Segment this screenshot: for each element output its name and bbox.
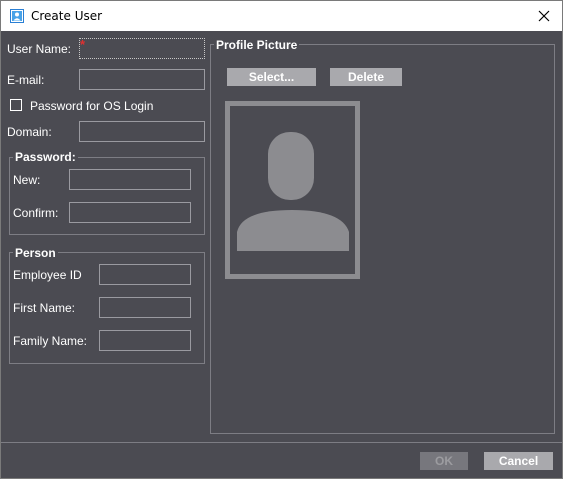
password-group-title: Password: (13, 150, 78, 164)
select-picture-button[interactable]: Select... (227, 68, 316, 86)
user-name-label: User Name: (7, 42, 72, 56)
email-input[interactable] (79, 69, 205, 90)
new-password-input[interactable] (69, 169, 191, 190)
profile-picture-frame (225, 101, 360, 279)
user-name-input[interactable] (79, 38, 205, 59)
user-app-icon (10, 9, 24, 23)
os-login-checkbox[interactable] (10, 99, 22, 111)
title-bar: Create User (1, 1, 562, 31)
window-title: Create User (31, 9, 103, 23)
new-password-label: New: (13, 173, 41, 187)
required-indicator: * (80, 37, 86, 52)
person-group-title: Person (13, 246, 58, 260)
cancel-button[interactable]: Cancel (484, 452, 553, 470)
first-name-input[interactable] (99, 297, 191, 318)
domain-label: Domain: (7, 125, 52, 139)
dialog-content: User Name: * E-mail: Password for OS Log… (1, 31, 562, 478)
domain-input[interactable] (79, 121, 205, 142)
family-name-label: Family Name: (13, 334, 88, 348)
email-label: E-mail: (7, 73, 45, 87)
user-silhouette-icon (237, 132, 349, 251)
ok-button[interactable]: OK (420, 452, 468, 470)
footer-separator (1, 442, 562, 443)
family-name-input[interactable] (99, 330, 191, 351)
profile-picture-title: Profile Picture (214, 38, 300, 52)
confirm-password-input[interactable] (69, 202, 191, 223)
delete-picture-button[interactable]: Delete (330, 68, 402, 86)
employee-id-label: Employee ID (13, 268, 82, 282)
os-login-label: Password for OS Login (30, 99, 154, 113)
first-name-label: First Name: (13, 301, 76, 315)
close-icon (538, 10, 550, 22)
create-user-dialog: Create User User Name: * E-mail: Passwor… (0, 0, 563, 479)
close-button[interactable] (526, 1, 562, 31)
confirm-password-label: Confirm: (13, 206, 59, 220)
employee-id-input[interactable] (99, 264, 191, 285)
